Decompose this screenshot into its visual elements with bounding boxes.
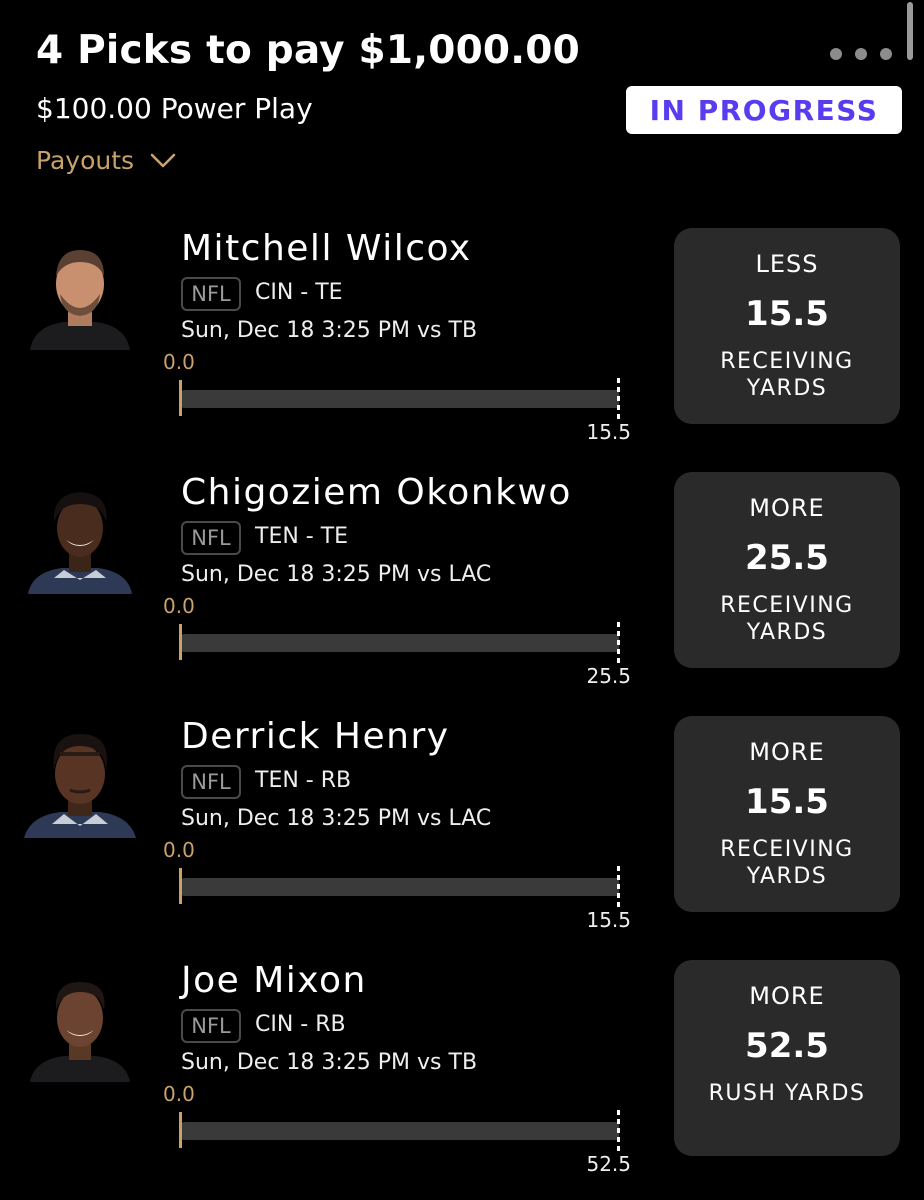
pick-direction: MORE — [749, 738, 825, 766]
player-name: Chigoziem Okonkwo — [181, 472, 572, 513]
progress-start-marker — [179, 380, 182, 416]
target-line-marker — [617, 378, 620, 420]
target-line-marker — [617, 866, 620, 908]
current-stat-value: 0.0 — [163, 594, 195, 618]
more-dot-icon — [855, 48, 867, 60]
target-line-marker — [617, 1110, 620, 1152]
payouts-label: Payouts — [36, 146, 135, 175]
league-badge: NFL — [181, 1009, 241, 1043]
pick-card[interactable]: MORE 25.5 RECEIVING YARDS — [674, 472, 900, 668]
current-stat-value: 0.0 — [163, 350, 195, 374]
league-badge: NFL — [181, 765, 241, 799]
target-value: 15.5 — [586, 420, 631, 444]
player-name: Joe Mixon — [181, 960, 367, 1001]
entry-subtitle: $100.00 Power Play — [36, 92, 313, 125]
target-line-marker — [617, 622, 620, 664]
page-title: 4 Picks to pay $1,000.00 — [36, 28, 580, 73]
pick-line: 15.5 — [745, 294, 829, 334]
pick-line: 15.5 — [745, 782, 829, 822]
team-position: CIN - TE — [255, 280, 343, 305]
chevron-down-icon — [150, 153, 176, 167]
pick-direction: LESS — [755, 250, 819, 278]
pick-line: 52.5 — [745, 1026, 829, 1066]
more-dot-icon — [830, 48, 842, 60]
progress-start-marker — [179, 1112, 182, 1148]
progress-bar — [181, 634, 619, 652]
pick-stat-type: RECEIVING YARDS — [720, 593, 854, 645]
entry-detail-screen: 4 Picks to pay $1,000.00 $100.00 Power P… — [0, 0, 924, 1200]
game-time: Sun, Dec 18 3:25 PM vs TB — [181, 318, 478, 343]
pick-direction: MORE — [749, 494, 825, 522]
team-position: CIN - RB — [255, 1012, 346, 1037]
progress-start-marker — [179, 868, 182, 904]
payouts-toggle[interactable]: Payouts — [36, 146, 176, 175]
status-badge: IN PROGRESS — [626, 86, 902, 134]
pick-row: Joe Mixon NFL CIN - RB Sun, Dec 18 3:25 … — [0, 960, 924, 1200]
team-position: TEN - TE — [255, 524, 349, 549]
current-stat-value: 0.0 — [163, 1082, 195, 1106]
league-badge: NFL — [181, 521, 241, 555]
player-avatar — [24, 970, 136, 1082]
player-avatar — [24, 238, 136, 350]
target-value: 52.5 — [586, 1152, 631, 1176]
player-name: Derrick Henry — [181, 716, 450, 757]
game-time: Sun, Dec 18 3:25 PM vs LAC — [181, 562, 492, 587]
team-position: TEN - RB — [255, 768, 352, 793]
scrollbar-thumb[interactable] — [907, 2, 913, 60]
more-dot-icon — [880, 48, 892, 60]
target-value: 15.5 — [586, 908, 631, 932]
progress-bar — [181, 878, 619, 896]
pick-row: Derrick Henry NFL TEN - RB Sun, Dec 18 3… — [0, 716, 924, 960]
pick-direction: MORE — [749, 982, 825, 1010]
progress-start-marker — [179, 624, 182, 660]
more-options-button[interactable] — [830, 48, 892, 60]
current-stat-value: 0.0 — [163, 838, 195, 862]
pick-stat-type: RECEIVING YARDS — [720, 349, 854, 401]
progress-bar — [181, 390, 619, 408]
target-value: 25.5 — [586, 664, 631, 688]
league-badge: NFL — [181, 277, 241, 311]
player-avatar — [24, 482, 136, 594]
player-name: Mitchell Wilcox — [181, 228, 472, 269]
player-avatar — [24, 726, 136, 838]
progress-bar — [181, 1122, 619, 1140]
pick-row: Chigoziem Okonkwo NFL TEN - TE Sun, Dec … — [0, 472, 924, 716]
game-time: Sun, Dec 18 3:25 PM vs LAC — [181, 806, 492, 831]
pick-stat-type: RECEIVING YARDS — [720, 837, 854, 889]
pick-stat-type: RUSH YARDS — [708, 1081, 866, 1106]
game-time: Sun, Dec 18 3:25 PM vs TB — [181, 1050, 478, 1075]
pick-card[interactable]: LESS 15.5 RECEIVING YARDS — [674, 228, 900, 424]
pick-card[interactable]: MORE 15.5 RECEIVING YARDS — [674, 716, 900, 912]
pick-line: 25.5 — [745, 538, 829, 578]
pick-row: Mitchell Wilcox NFL CIN - TE Sun, Dec 18… — [0, 228, 924, 472]
pick-card[interactable]: MORE 52.5 RUSH YARDS — [674, 960, 900, 1156]
